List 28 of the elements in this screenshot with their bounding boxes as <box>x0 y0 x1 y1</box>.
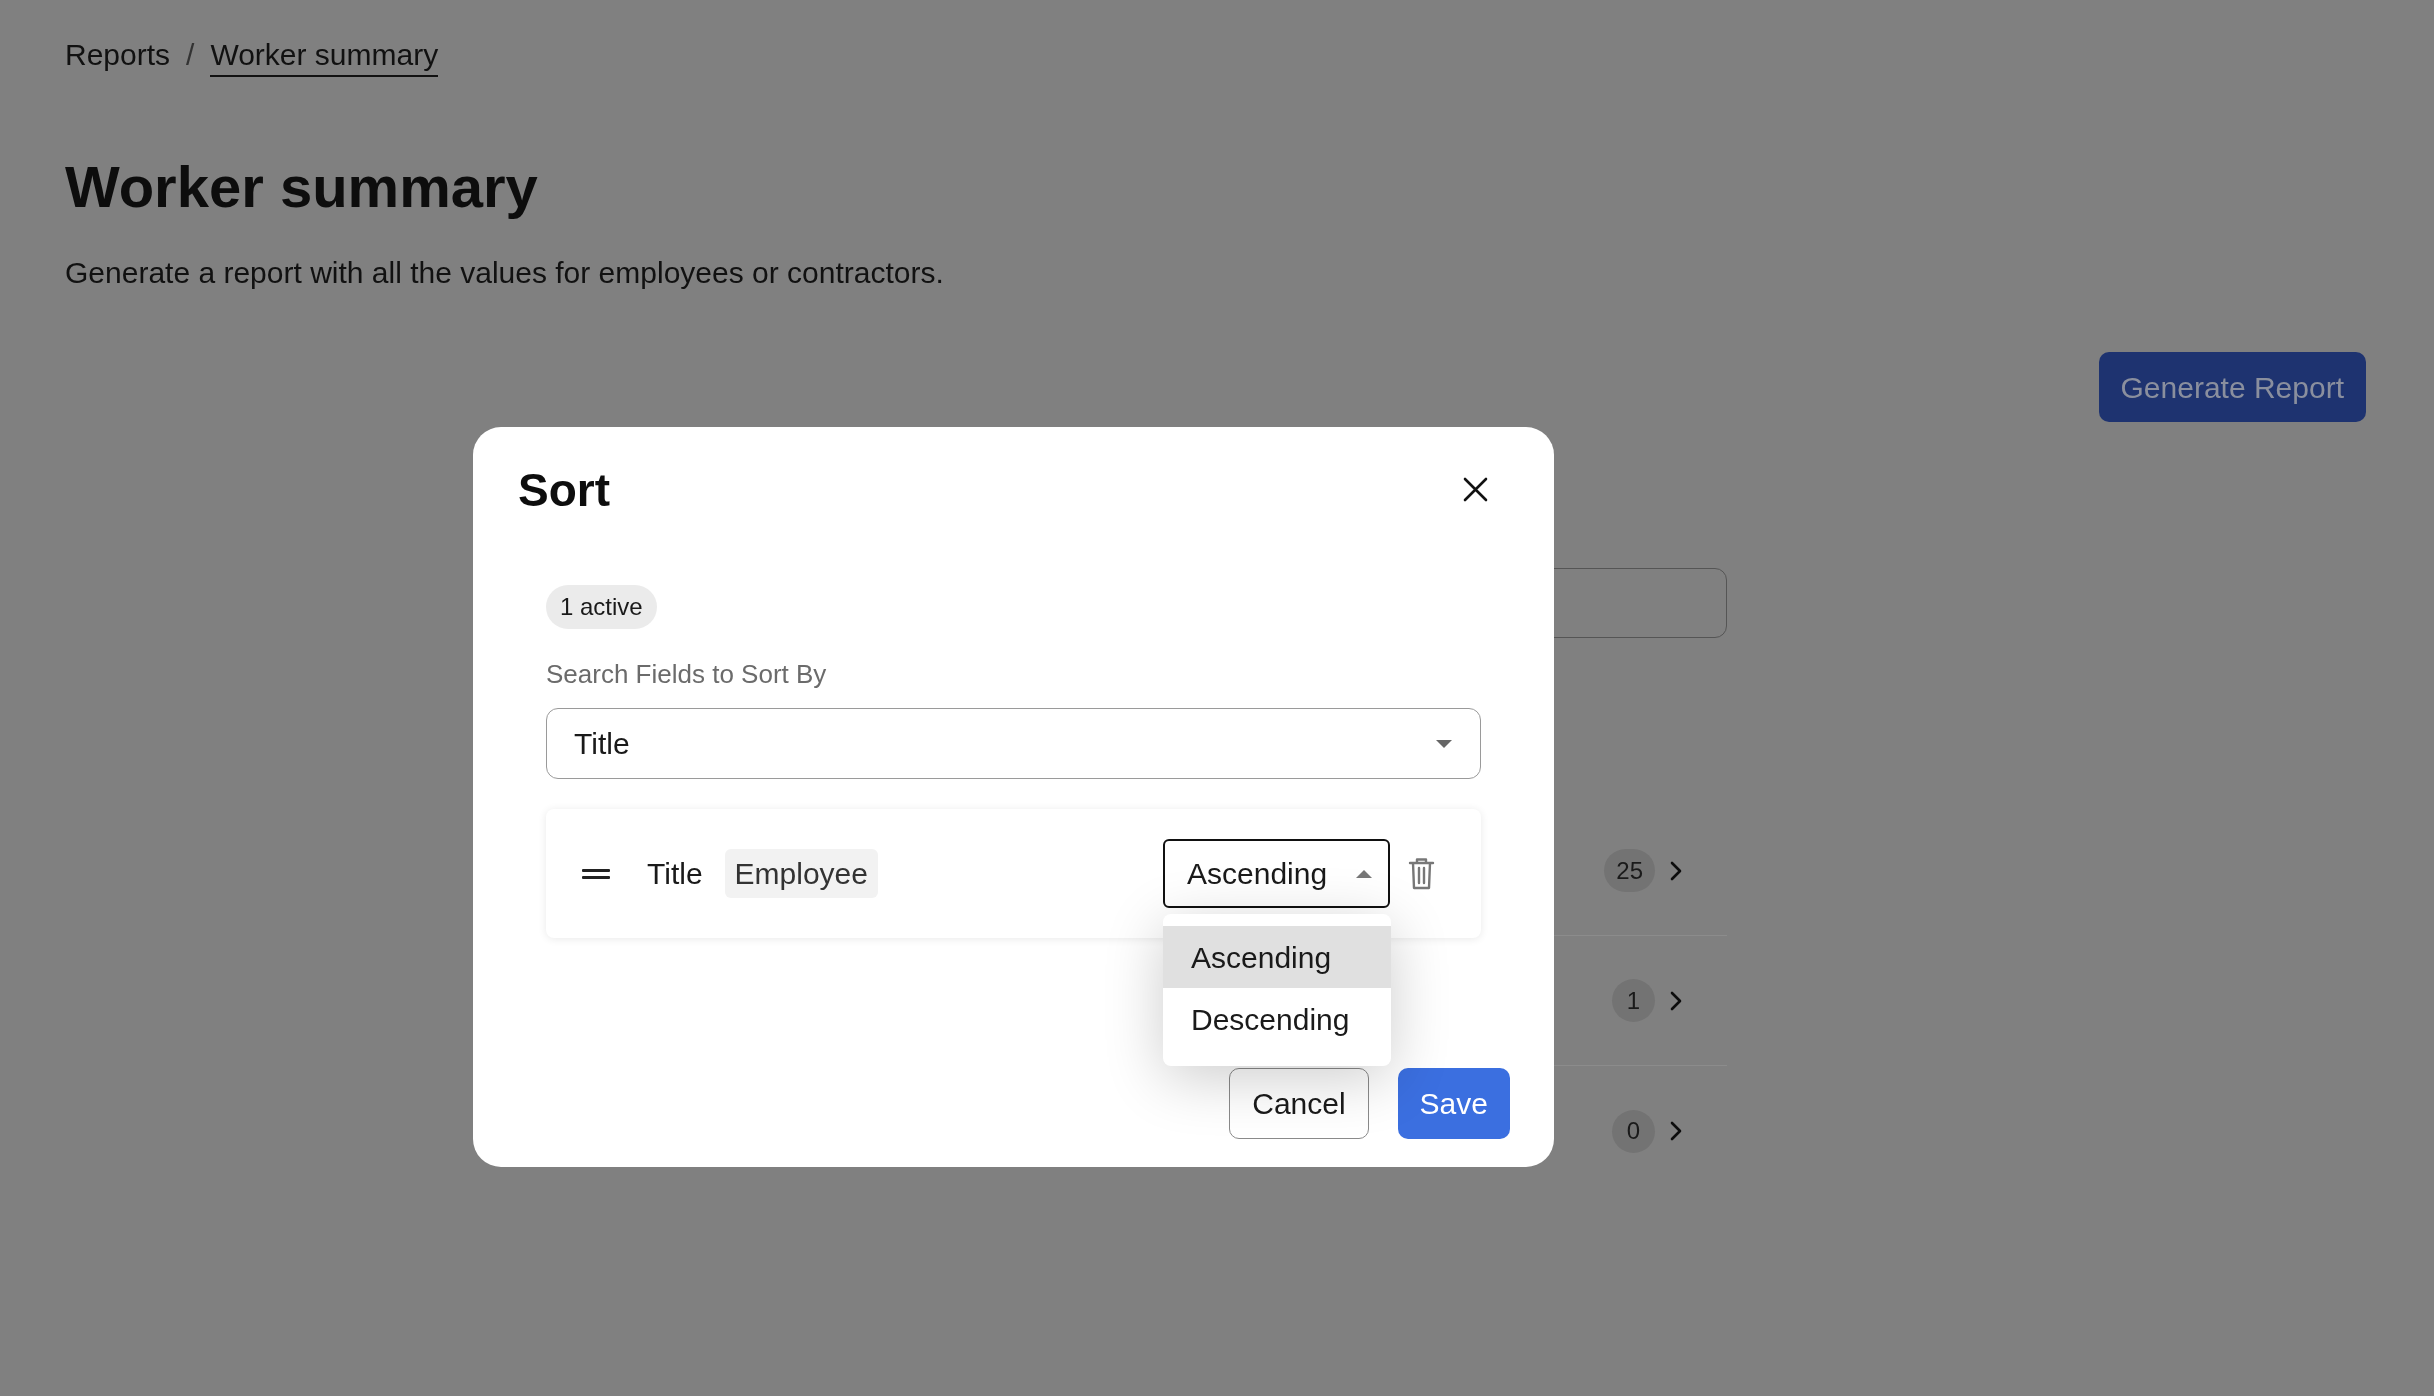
active-count-badge: 1 active <box>546 585 657 629</box>
breadcrumb-separator: / <box>186 38 195 72</box>
chevron-right-icon[interactable] <box>1670 860 1682 881</box>
sort-field-label: Title <box>647 856 703 892</box>
generate-report-button[interactable]: Generate Report <box>2098 352 2366 422</box>
sort-direction-select[interactable]: Ascending <box>1163 839 1390 908</box>
dropdown-option[interactable]: Ascending <box>1163 926 1391 988</box>
field-tag: Employee <box>724 849 878 898</box>
breadcrumb-link[interactable]: Worker summary <box>210 38 439 77</box>
count-badge: 1 <box>1612 979 1655 1022</box>
save-button[interactable]: Save <box>1397 1068 1510 1139</box>
breadcrumb-link[interactable]: Reports <box>65 38 171 77</box>
cancel-button[interactable]: Cancel <box>1229 1068 1369 1139</box>
chevron-right-icon[interactable] <box>1670 990 1682 1011</box>
field-select[interactable]: Title <box>546 708 1481 779</box>
count-badge: 0 <box>1612 1109 1655 1153</box>
drag-handle-icon[interactable] <box>582 868 610 879</box>
caret-up-icon <box>1356 869 1372 878</box>
dropdown-option[interactable]: Descending <box>1163 988 1391 1050</box>
close-icon <box>1462 476 1488 502</box>
page-description: Generate a report with all the values for employees or contractors. <box>65 256 945 290</box>
dialog-title: Sort <box>518 463 610 518</box>
page-title: Worker summary <box>65 153 539 221</box>
chevron-right-icon[interactable] <box>1670 1121 1682 1141</box>
caret-down-icon <box>1436 739 1452 748</box>
trash-icon[interactable] <box>1408 856 1435 891</box>
count-badge: 25 <box>1604 849 1655 892</box>
field-label: Search Fields to Sort By <box>546 659 828 689</box>
